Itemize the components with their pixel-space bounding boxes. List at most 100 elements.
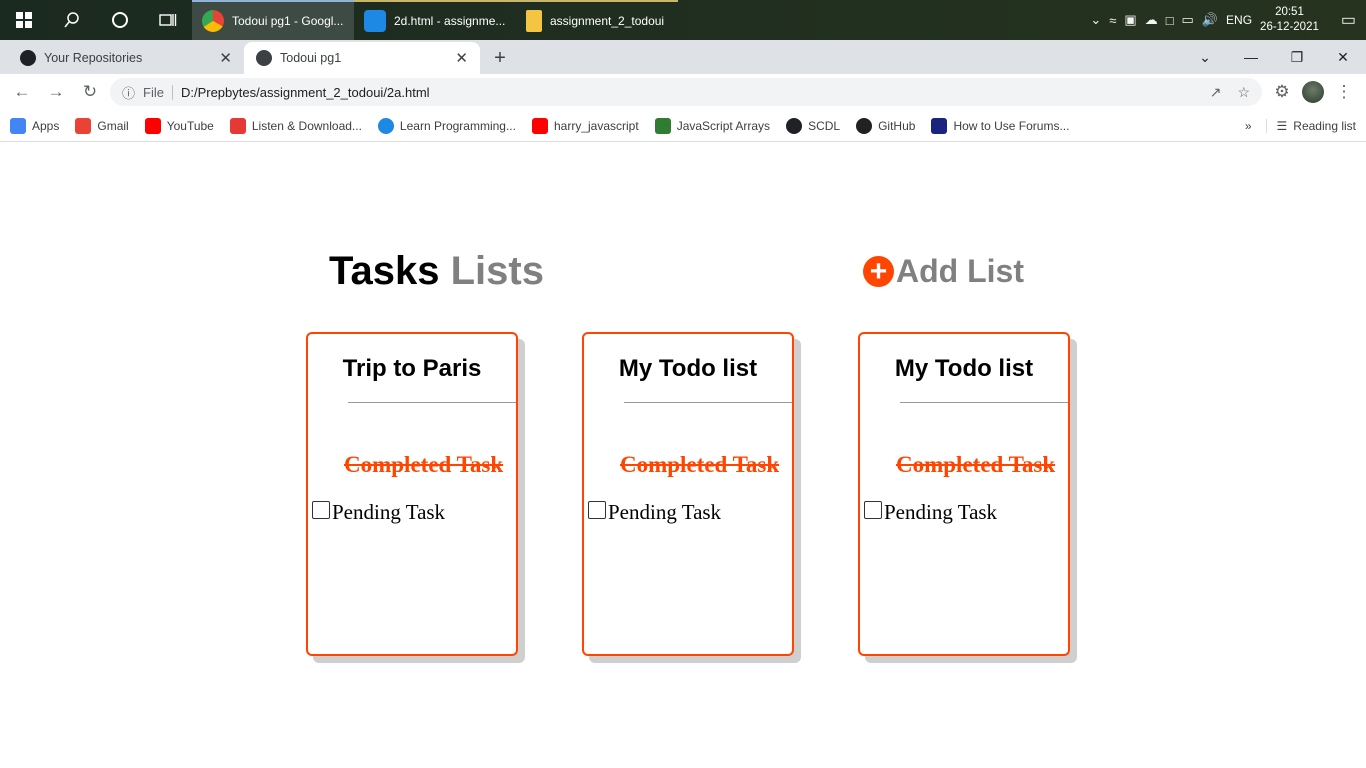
taskbar-app-label: 2d.html - assignme... — [394, 14, 506, 28]
bookmark-listen-download[interactable]: Listen & Download... — [229, 117, 362, 134]
card-title: My Todo list — [894, 355, 1034, 382]
taskbar-app-label: assignment_2_todoui — [550, 14, 665, 28]
bookmarks-right: » ☰ Reading list — [1245, 118, 1356, 133]
taskbar-app-explorer[interactable]: assignment_2_todoui — [516, 0, 678, 40]
github-icon — [856, 117, 873, 134]
bookmark-github[interactable]: GitHub — [856, 117, 916, 134]
add-list-label: Add List — [896, 253, 1024, 289]
onedrive-icon[interactable]: ☁ — [1145, 12, 1158, 28]
extensions-icon[interactable]: ⚙ — [1268, 78, 1296, 106]
cortana-icon[interactable] — [96, 0, 144, 40]
notifications-icon[interactable]: ▭ — [1341, 10, 1356, 30]
pending-task-label: Pending Task — [332, 500, 446, 524]
bookmark-learn-programming[interactable]: Learn Programming... — [377, 117, 516, 134]
completed-task[interactable]: Completed Task — [620, 452, 779, 478]
meet-icon[interactable]: ▣ — [1124, 12, 1136, 28]
new-tab-button[interactable]: + — [480, 42, 520, 74]
completed-task[interactable]: Completed Task — [896, 452, 1055, 478]
bookmark-label: SCDL — [808, 118, 841, 133]
card-title: Trip to Paris — [342, 355, 482, 382]
close-icon[interactable]: ✕ — [219, 49, 232, 67]
omnibox-actions: ↗ ☆ — [1210, 84, 1250, 101]
info-icon[interactable]: ⓘ — [122, 83, 135, 102]
completed-task[interactable]: Completed Task — [344, 452, 503, 478]
scheme-label: File — [143, 84, 173, 100]
bookmark-label: Listen & Download... — [251, 118, 362, 133]
task-checkbox[interactable] — [312, 500, 330, 519]
page-title: Tasks Lists — [329, 249, 544, 294]
bookmark-label: Apps — [32, 118, 60, 133]
prepbytes-icon — [377, 117, 394, 134]
bookmark-youtube[interactable]: YouTube — [144, 117, 214, 134]
pending-task: Pending Task — [588, 500, 721, 525]
bookmark-star-icon[interactable]: ☆ — [1237, 84, 1250, 101]
minimize-icon[interactable]: — — [1228, 42, 1274, 72]
task-list-card[interactable]: My Todo list Completed Task Pending Task — [858, 332, 1070, 656]
display-icon[interactable]: □ — [1166, 13, 1174, 28]
bookmark-scdl[interactable]: SCDL — [786, 117, 841, 134]
taskbar-app-chrome[interactable]: Todoui pg1 - Googl... — [192, 0, 354, 40]
card-divider — [624, 402, 792, 403]
address-bar[interactable]: ⓘ File D:/Prepbytes/assignment_2_todoui/… — [110, 78, 1262, 106]
bookmark-label: Gmail — [97, 118, 129, 133]
close-window-icon[interactable]: ✕ — [1320, 42, 1366, 72]
restore-icon[interactable]: ❐ — [1274, 42, 1320, 72]
window-controls: ⌄ — ❐ ✕ — [1182, 40, 1366, 74]
browser-toolbar: ← → ↻ ⓘ File D:/Prepbytes/assignment_2_t… — [0, 74, 1366, 110]
more-bookmarks-icon[interactable]: » — [1245, 119, 1252, 133]
folder-icon — [526, 10, 542, 32]
plus-circle-icon[interactable]: + — [863, 256, 894, 287]
globe-icon — [256, 50, 272, 66]
chrome-icon — [202, 10, 224, 32]
card-title: My Todo list — [618, 355, 758, 382]
search-icon[interactable] — [48, 0, 96, 40]
url-text[interactable]: D:/Prepbytes/assignment_2_todoui/2a.html — [181, 85, 430, 100]
bookmark-label: GitHub — [878, 118, 916, 133]
pending-task: Pending Task — [864, 500, 997, 525]
close-icon[interactable]: ✕ — [455, 49, 468, 67]
card-divider — [900, 402, 1068, 403]
page-content: Tasks Lists + Add List Trip to Paris Com… — [0, 143, 1366, 768]
task-checkbox[interactable] — [864, 500, 882, 519]
windows-start-icon[interactable] — [0, 0, 48, 40]
forum-icon — [931, 117, 948, 134]
battery-icon[interactable]: ▭ — [1182, 12, 1194, 28]
clock[interactable]: 20:51 26-12-2021 — [1260, 5, 1319, 35]
task-list-card[interactable]: My Todo list Completed Task Pending Task — [582, 332, 794, 656]
bookmarks-bar: Apps Gmail YouTube Listen & Download... … — [0, 110, 1366, 142]
share-icon[interactable]: ↗ — [1210, 84, 1222, 101]
pending-task-label: Pending Task — [884, 500, 998, 524]
reload-icon[interactable]: ↻ — [76, 78, 104, 106]
reading-list-button[interactable]: ☰ Reading list — [1265, 118, 1356, 133]
task-checkbox[interactable] — [588, 500, 606, 519]
tab-search-icon[interactable]: ⌄ — [1182, 42, 1228, 72]
bookmark-how-to-use-forums[interactable]: How to Use Forums... — [931, 117, 1069, 134]
card-divider — [348, 402, 516, 403]
chevron-up-icon[interactable]: ⌄ — [1090, 12, 1101, 28]
browser-tab-strip: Your Repositories ✕ Todoui pg1 ✕ + ⌄ — ❐… — [0, 40, 1366, 74]
bookmark-label: Learn Programming... — [399, 118, 516, 133]
pending-task-label: Pending Task — [608, 500, 722, 524]
more-menu-icon[interactable]: ⋮ — [1330, 78, 1358, 106]
task-list-card[interactable]: Trip to Paris Completed Task Pending Tas… — [306, 332, 518, 656]
globe-icon — [786, 117, 803, 134]
clock-time: 20:51 — [1275, 6, 1304, 18]
back-icon[interactable]: ← — [8, 78, 36, 106]
profile-avatar[interactable] — [1302, 81, 1324, 103]
tab-your-repositories[interactable]: Your Repositories ✕ — [8, 42, 244, 74]
tab-todoui[interactable]: Todoui pg1 ✕ — [244, 42, 480, 74]
forward-icon[interactable]: → — [42, 78, 70, 106]
language-indicator[interactable]: ENG — [1226, 13, 1252, 27]
task-view-icon[interactable] — [144, 0, 192, 40]
taskbar-app-vscode[interactable]: 2d.html - assignme... — [354, 0, 516, 40]
bookmark-harry-javascript[interactable]: harry_javascript — [531, 117, 639, 134]
bookmark-javascript-arrays[interactable]: JavaScript Arrays — [654, 117, 770, 134]
wifi-icon[interactable]: ≈ — [1109, 13, 1116, 28]
add-list-button[interactable]: + Add List — [863, 253, 1024, 290]
bookmark-apps[interactable]: Apps — [10, 117, 60, 134]
volume-icon[interactable]: 🔊 — [1202, 12, 1218, 28]
tab-label: Your Repositories — [44, 51, 143, 65]
page-title-bold: Tasks — [329, 249, 440, 293]
gmail-icon — [75, 117, 92, 134]
bookmark-gmail[interactable]: Gmail — [75, 117, 129, 134]
